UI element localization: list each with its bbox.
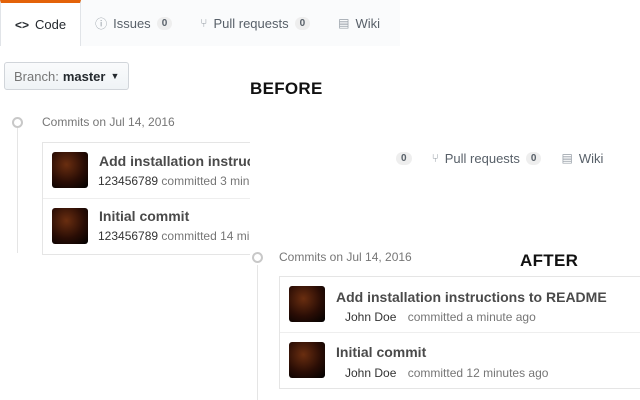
avatar[interactable]: [289, 286, 325, 322]
tab-pull-requests[interactable]: ⑂ Pull requests 0: [186, 0, 324, 46]
tab-code[interactable]: <> Code: [0, 0, 82, 46]
tab-label: Pull requests: [213, 15, 289, 31]
chevron-down-icon: ▼: [110, 71, 120, 81]
commit-title-link[interactable]: Add installation instructions to README: [336, 289, 607, 305]
avatar[interactable]: [52, 208, 88, 244]
wiki-icon: ▤: [338, 16, 350, 30]
commit-group-icon: [12, 117, 23, 128]
commit-group-title: Commits on Jul 14, 2016: [42, 115, 175, 129]
repo-tab-bar: 0 ⑂ Pull requests 0 ▤ Wiki: [250, 140, 640, 176]
issues-icon: ⓘ: [95, 16, 108, 31]
commit-row: Add installation instructions to README …: [280, 277, 640, 332]
code-icon: <>: [15, 17, 30, 32]
timeline-line: [257, 265, 258, 400]
tab-label: Pull requests: [444, 150, 520, 166]
commit-author[interactable]: 123456789: [98, 229, 158, 243]
commit-time: committed a minute ago: [407, 310, 536, 324]
commit-author[interactable]: John Doe: [345, 310, 396, 324]
issues-counter: 0: [396, 151, 412, 165]
branch-name: master: [62, 68, 106, 84]
commit-time: committed 12 minutes ago: [407, 366, 549, 380]
commit-title-link[interactable]: Initial commit: [99, 208, 189, 224]
before-label: BEFORE: [250, 79, 323, 98]
tab-wiki[interactable]: ▤ Wiki: [324, 0, 394, 46]
tab-label: Wiki: [578, 150, 604, 166]
pull-requests-counter: 0: [525, 151, 542, 165]
commit-author[interactable]: 123456789: [98, 174, 158, 188]
tab-label: Issues: [113, 15, 151, 31]
issues-counter: 0: [156, 16, 173, 30]
repo-tab-bar: <> Code ⓘ Issues 0 ⑂ Pull requests 0 ▤ W…: [0, 0, 400, 46]
tab-label: Code: [35, 17, 67, 32]
avatar[interactable]: [289, 342, 325, 378]
branch-prefix: Branch:: [14, 68, 59, 84]
after-screenshot: 0 ⑂ Pull requests 0 ▤ Wiki Commits on Ju…: [250, 140, 640, 400]
pull-requests-counter: 0: [294, 16, 311, 30]
tab-wiki[interactable]: ▤ Wiki: [551, 140, 613, 176]
avatar[interactable]: [52, 152, 88, 188]
commit-author[interactable]: John Doe: [345, 366, 396, 380]
pull-request-icon: ⑂: [200, 16, 208, 30]
commit-group-icon: [252, 252, 263, 263]
timeline-line: [17, 128, 18, 253]
commit-list: Add installation instructions to README …: [279, 276, 640, 389]
tab-pull-requests[interactable]: ⑂ Pull requests 0: [422, 140, 552, 176]
commit-row: Initial commit John Doe committed 12 min…: [280, 332, 640, 388]
tab-label: Wiki: [355, 15, 381, 31]
pull-request-icon: ⑂: [431, 151, 439, 165]
tab-issues-partial[interactable]: 0: [250, 140, 422, 176]
wiki-icon: ▤: [561, 151, 573, 165]
branch-select-button[interactable]: Branch: master ▼: [4, 62, 130, 90]
tab-issues[interactable]: ⓘ Issues 0: [81, 0, 186, 46]
commit-title-link[interactable]: Initial commit: [336, 344, 426, 360]
commit-group-title: Commits on Jul 14, 2016: [279, 250, 412, 264]
after-label: AFTER: [520, 251, 579, 270]
